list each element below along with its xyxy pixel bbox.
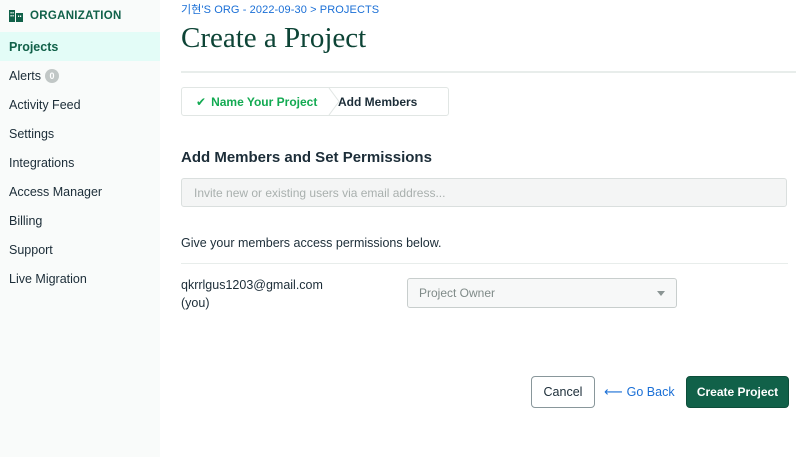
section-title: Add Members and Set Permissions <box>181 149 432 166</box>
permissions-divider <box>181 263 788 264</box>
step-label: Name Your Project <box>211 94 318 109</box>
member-you-note: (you) <box>181 296 210 310</box>
building-icon <box>9 10 23 22</box>
go-back-label: Go Back <box>626 385 675 399</box>
alerts-count-badge: 0 <box>44 68 59 83</box>
title-divider <box>181 71 796 73</box>
permissions-instructions: Give your members access permissions bel… <box>181 236 442 250</box>
sidebar-item-label: Access Manager <box>9 184 103 199</box>
role-select-value: Project Owner <box>419 286 496 300</box>
wizard-steps: ✔ Name Your Project Add Members <box>181 87 449 116</box>
go-back-button[interactable]: ⟵ Go Back <box>604 376 675 408</box>
invite-members-input[interactable] <box>181 178 787 207</box>
page-title: Create a Project <box>181 22 367 54</box>
sidebar-item-label: Support <box>9 242 53 257</box>
sidebar-item-label: Alerts <box>9 68 41 83</box>
sidebar-item-label: Integrations <box>9 155 75 170</box>
sidebar-item-alerts[interactable]: Alerts 0 <box>0 61 160 90</box>
member-role-select[interactable]: Project Owner <box>407 278 677 308</box>
sidebar-item-integrations[interactable]: Integrations <box>0 148 160 177</box>
step-label: Add Members <box>338 94 418 109</box>
arrow-left-icon: ⟵ <box>604 384 623 399</box>
sidebar-item-label: Activity Feed <box>9 97 81 112</box>
sidebar-item-support[interactable]: Support <box>0 235 160 264</box>
sidebar-item-label: Live Migration <box>9 271 87 286</box>
member-identity: qkrrlgus1203@gmail.com (you) <box>181 276 323 312</box>
sidebar-item-access-manager[interactable]: Access Manager <box>0 177 160 206</box>
member-email: qkrrlgus1203@gmail.com <box>181 278 323 292</box>
step-name-your-project[interactable]: ✔ Name Your Project <box>182 88 321 115</box>
sidebar-item-projects[interactable]: Projects <box>0 32 160 61</box>
sidebar-item-activity-feed[interactable]: Activity Feed <box>0 90 160 119</box>
sidebar-item-label: Settings <box>9 126 55 141</box>
sidebar-item-live-migration[interactable]: Live Migration <box>0 264 160 293</box>
cancel-button[interactable]: Cancel <box>531 376 595 408</box>
sidebar-item-settings[interactable]: Settings <box>0 119 160 148</box>
caret-down-icon <box>657 291 665 296</box>
checkmark-icon: ✔ <box>196 94 207 109</box>
sidebar-item-billing[interactable]: Billing <box>0 206 160 235</box>
sidebar-item-label: Billing <box>9 213 43 228</box>
create-project-button[interactable]: Create Project <box>686 376 789 408</box>
org-header[interactable]: ORGANIZATION <box>0 0 160 32</box>
org-label: ORGANIZATION <box>30 10 122 22</box>
breadcrumb[interactable]: 기현'S ORG - 2022-09-30 > PROJECTS <box>181 1 379 17</box>
step-separator-chevron <box>328 88 340 115</box>
sidebar: ORGANIZATION Projects Alerts 0 Activity F… <box>0 0 160 457</box>
sidebar-item-label: Projects <box>9 39 59 54</box>
